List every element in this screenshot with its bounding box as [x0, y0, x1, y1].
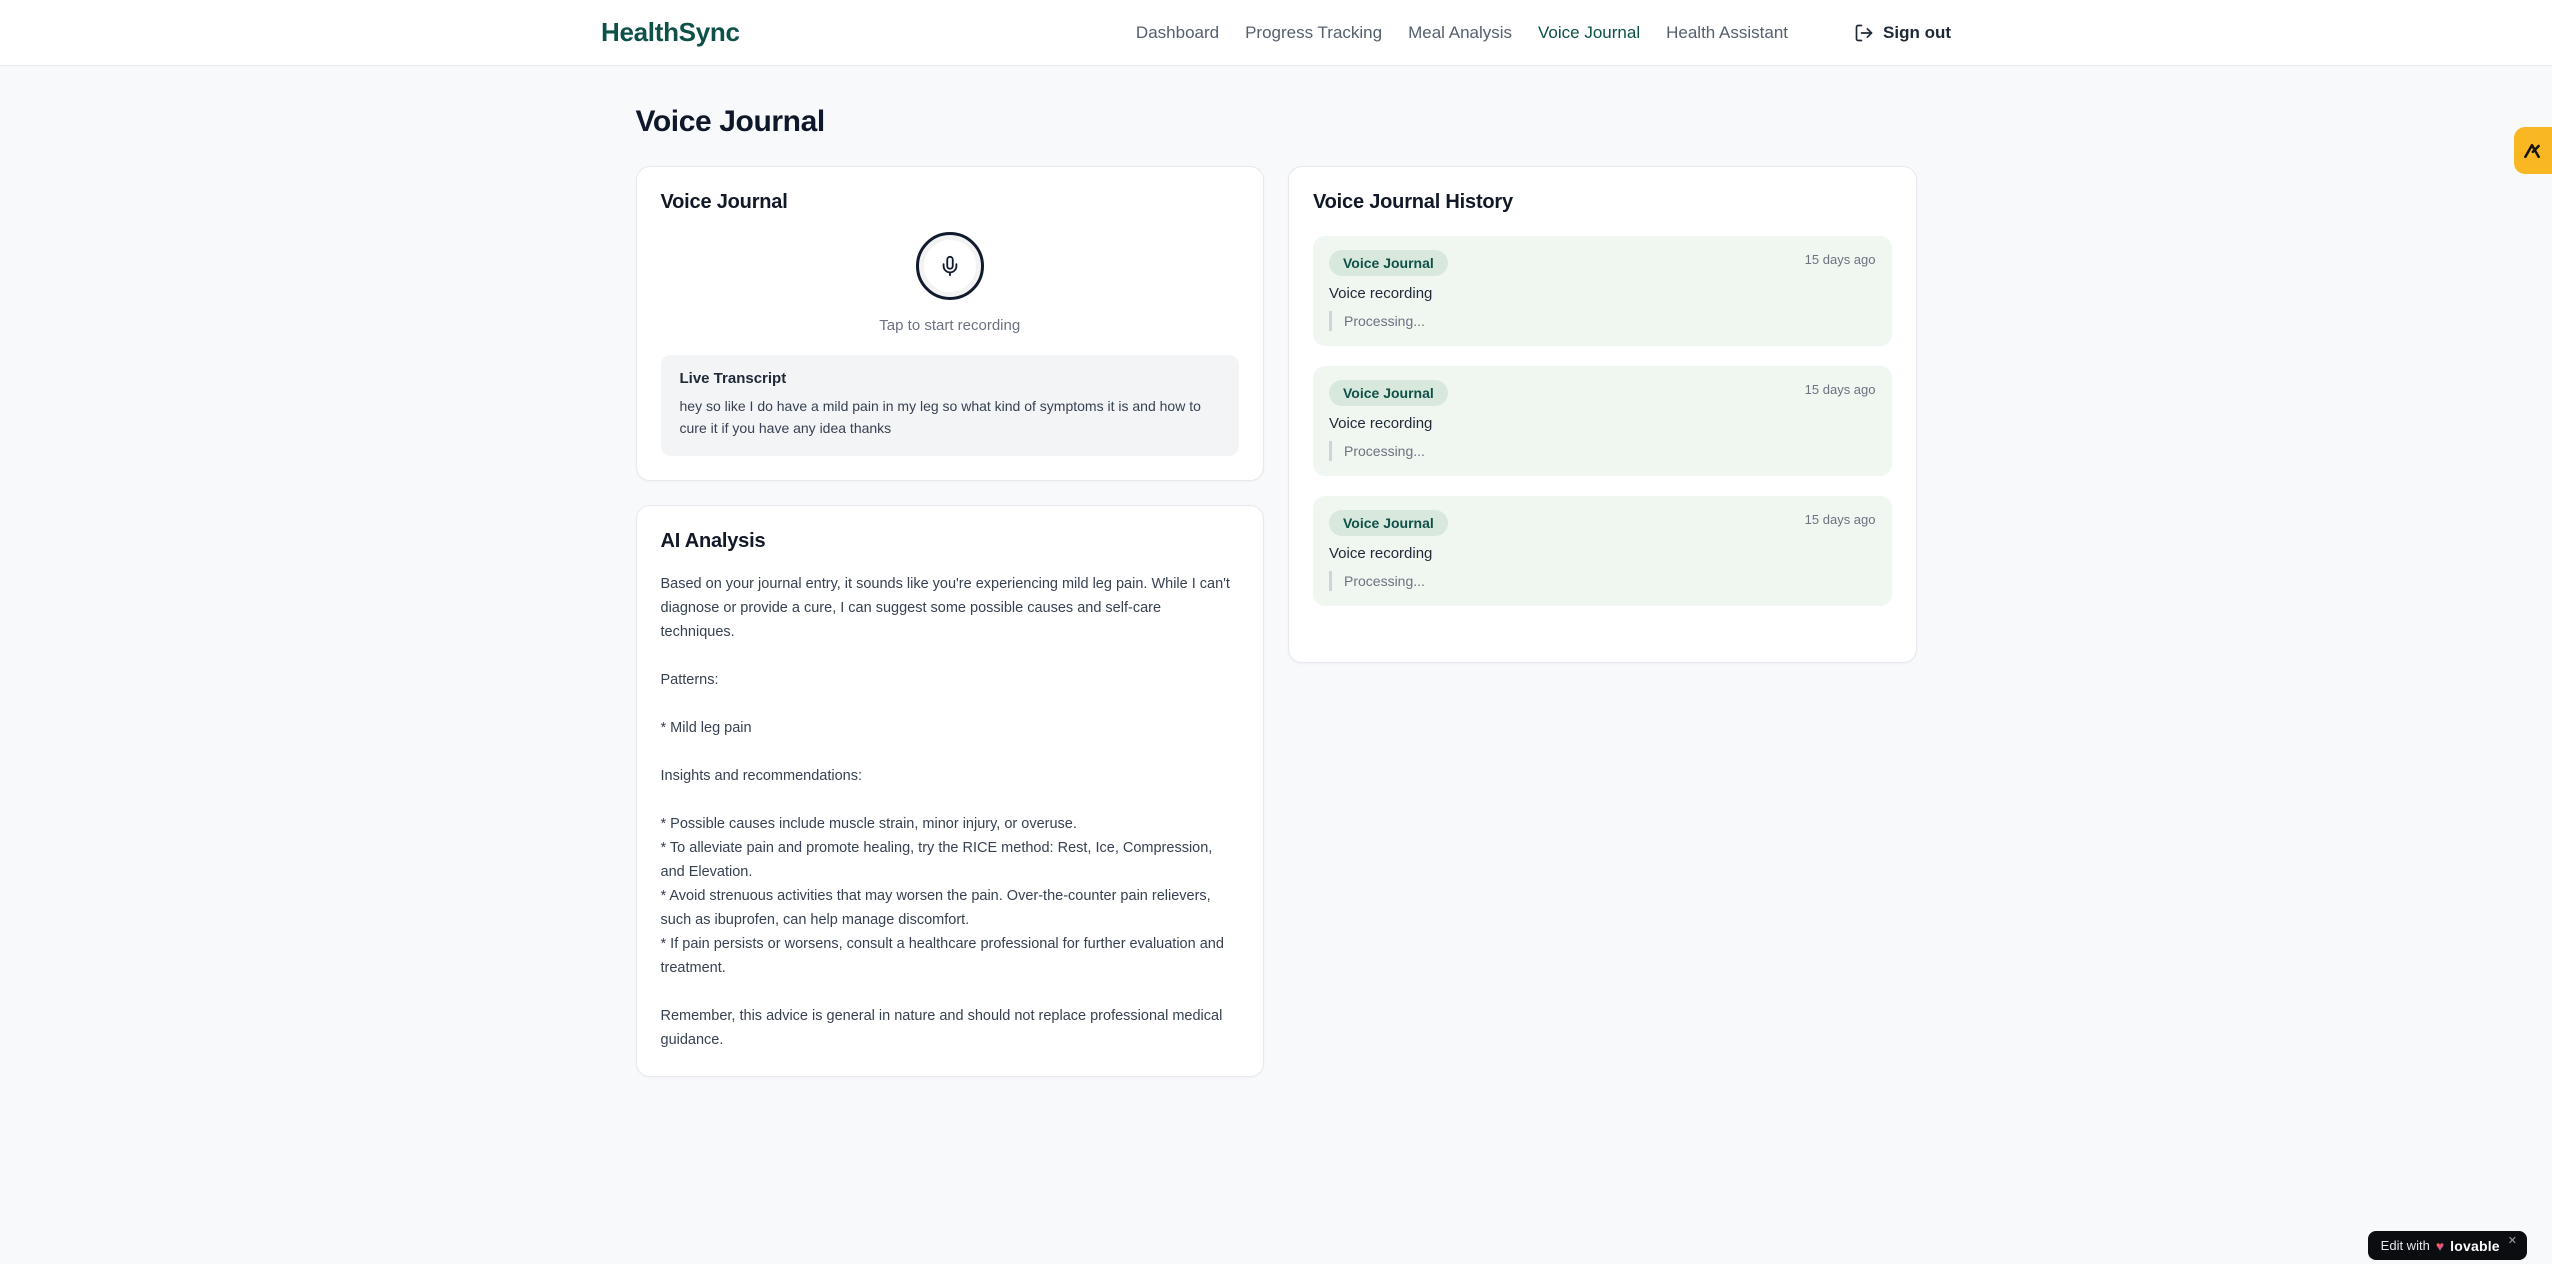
primary-nav: Dashboard Progress Tracking Meal Analysi… [1136, 23, 1951, 43]
nav-item-dashboard[interactable]: Dashboard [1136, 23, 1219, 43]
a-mark-icon [2522, 141, 2542, 161]
entry-timestamp: 15 days ago [1804, 252, 1876, 267]
entry-title: Voice recording [1329, 415, 1433, 432]
recorder-card-title: Voice Journal [660, 191, 788, 213]
entry-title: Voice recording [1329, 545, 1433, 562]
mic-icon [939, 255, 961, 277]
gradient-heart-icon: ♥ [2435, 1237, 2445, 1254]
tap-to-record-hint: Tap to start recording [879, 317, 1021, 334]
voice-journal-card: Voice Journal Tap to start recording Liv… [635, 166, 1264, 481]
live-transcript-panel: Live Transcript hey so like I do have a … [660, 355, 1239, 456]
page-title: Voice Journal [635, 105, 826, 138]
browser-extension-tab[interactable] [2514, 127, 2552, 174]
entry-status: Processing... [1329, 441, 1876, 461]
nav-item-progress-tracking[interactable]: Progress Tracking [1245, 23, 1382, 43]
close-icon[interactable]: ✕ [2508, 1234, 2517, 1247]
voice-journal-history-card: Voice Journal History Voice Journal 15 d… [1288, 166, 1917, 663]
entry-header: Voice Journal 15 days ago [1329, 510, 1876, 536]
live-transcript-title: Live Transcript [679, 370, 787, 387]
entry-timestamp: 15 days ago [1804, 512, 1876, 527]
history-entry[interactable]: Voice Journal 15 days ago Voice recordin… [1313, 236, 1892, 346]
entry-header: Voice Journal 15 days ago [1329, 250, 1876, 276]
entry-header: Voice Journal 15 days ago [1329, 380, 1876, 406]
sign-out-button[interactable]: Sign out [1854, 23, 1951, 43]
edit-with-label: Edit with [2380, 1238, 2430, 1253]
entry-type-badge: Voice Journal [1329, 250, 1448, 276]
record-button[interactable] [915, 232, 984, 300]
brand-logo[interactable]: HealthSync [601, 17, 740, 48]
entry-timestamp: 15 days ago [1804, 382, 1876, 397]
ai-analysis-body: Based on your journal entry, it sounds l… [660, 576, 1230, 1048]
ai-analysis-card: AI Analysis Based on your journal entry,… [635, 505, 1264, 1077]
entry-type-badge: Voice Journal [1329, 510, 1448, 536]
right-column: Voice Journal History Voice Journal 15 d… [1288, 166, 1917, 663]
left-column: Voice Journal Tap to start recording Liv… [635, 166, 1264, 1077]
edit-with-lovable-badge[interactable]: Edit with ♥ lovable ✕ [2367, 1231, 2527, 1260]
nav-item-meal-analysis[interactable]: Meal Analysis [1408, 23, 1512, 43]
nav-item-voice-journal[interactable]: Voice Journal [1538, 23, 1640, 43]
history-entry[interactable]: Voice Journal 15 days ago Voice recordin… [1313, 496, 1892, 606]
ai-analysis-title: AI Analysis [660, 530, 766, 552]
entry-status: Processing... [1329, 571, 1876, 591]
lovable-brand-label: lovable [2450, 1237, 2500, 1254]
entry-status: Processing... [1329, 311, 1876, 331]
history-list: Voice Journal 15 days ago Voice recordin… [1313, 236, 1892, 606]
navbar-inner: HealthSync Dashboard Progress Tracking M… [601, 17, 1951, 48]
entry-title: Voice recording [1329, 285, 1433, 302]
log-out-icon [1854, 23, 1874, 43]
history-card-title: Voice Journal History [1313, 191, 1513, 213]
main-content: Voice Journal Voice Journal Tap to start… [635, 66, 1917, 1077]
content-grid: Voice Journal Tap to start recording Liv… [635, 166, 1917, 1077]
history-entry[interactable]: Voice Journal 15 days ago Voice recordin… [1313, 366, 1892, 476]
recorder-area: Tap to start recording [661, 232, 1240, 334]
sign-out-label: Sign out [1883, 22, 1951, 42]
live-transcript-text: hey so like I do have a mild pain in my … [679, 398, 1201, 436]
nav-item-health-assistant[interactable]: Health Assistant [1666, 23, 1788, 43]
entry-type-badge: Voice Journal [1329, 380, 1448, 406]
top-navbar: HealthSync Dashboard Progress Tracking M… [0, 0, 2552, 66]
